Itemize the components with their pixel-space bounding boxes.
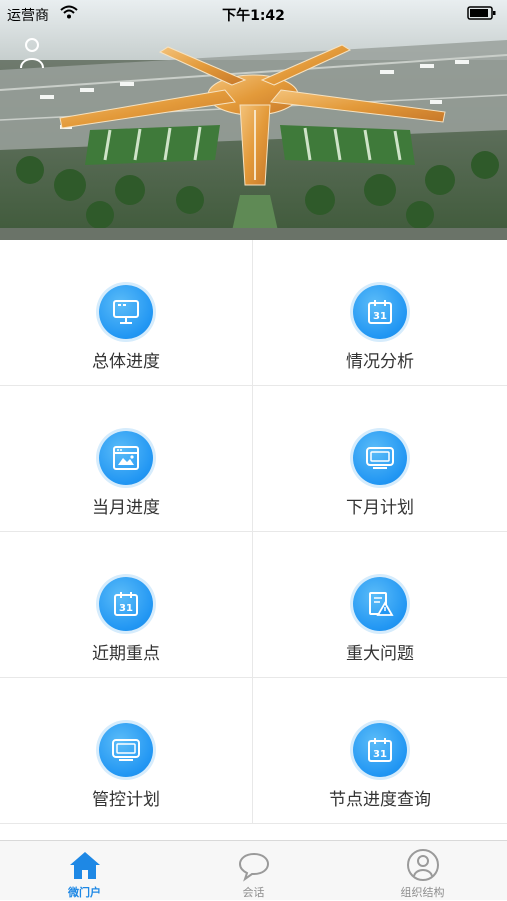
menu-item-label: 当月进度 [92, 498, 160, 518]
menu-item-major-issues[interactable]: 重大问题 [253, 532, 507, 678]
menu-item-recent-focus[interactable]: 31 近期重点 [0, 532, 253, 678]
status-time: 下午1:42 [222, 8, 285, 24]
calendar-icon: 31 [353, 723, 407, 777]
tab-label: 会话 [242, 886, 265, 899]
menu-item-label: 管控计划 [92, 790, 160, 810]
svg-text:31: 31 [373, 749, 387, 760]
home-icon [68, 848, 102, 882]
display-icon [99, 723, 153, 777]
battery-icon [467, 6, 497, 24]
svg-text:31: 31 [373, 311, 387, 322]
menu-item-label: 情况分析 [346, 352, 414, 372]
svg-text:31: 31 [119, 603, 133, 614]
menu-item-label: 下月计划 [346, 498, 414, 518]
user-icon[interactable] [18, 36, 46, 70]
display-icon [353, 431, 407, 485]
menu-item-label: 节点进度查询 [329, 790, 431, 810]
menu-item-label: 重大问题 [346, 644, 414, 664]
banner-image [0, 0, 507, 240]
tab-label: 微门户 [68, 886, 101, 899]
menu-item-label: 总体进度 [92, 352, 160, 372]
browser-window-icon [99, 431, 153, 485]
person-icon [406, 848, 440, 882]
chat-bubble-icon [237, 848, 271, 882]
menu-item-label: 近期重点 [92, 644, 160, 664]
monitor-icon [99, 285, 153, 339]
tab-bar: 微门户 会话 组织结构 [0, 840, 507, 900]
menu-item-control-plan[interactable]: 管控计划 [0, 678, 253, 824]
menu-item-situation-analysis[interactable]: 31 情况分析 [253, 240, 507, 386]
tab-label: 组织结构 [400, 886, 445, 899]
calendar-icon: 31 [353, 285, 407, 339]
menu-item-current-month-progress[interactable]: 当月进度 [0, 386, 253, 532]
menu-item-next-month-plan[interactable]: 下月计划 [253, 386, 507, 532]
tab-micro-portal[interactable]: 微门户 [0, 841, 169, 901]
menu-item-overall-progress[interactable]: 总体进度 [0, 240, 253, 386]
calendar-icon: 31 [99, 577, 153, 631]
report-warning-icon [353, 577, 407, 631]
tab-chat[interactable]: 会话 [169, 841, 338, 901]
status-bar: 运营商 下午1:42 [0, 0, 507, 26]
tab-org-structure[interactable]: 组织结构 [338, 841, 507, 901]
menu-grid: 总体进度 31 情况分析 当月进度 下月计划 31 近期重点 重大问题 管控计划… [0, 240, 507, 840]
menu-item-milestone-query[interactable]: 31 节点进度查询 [253, 678, 507, 824]
